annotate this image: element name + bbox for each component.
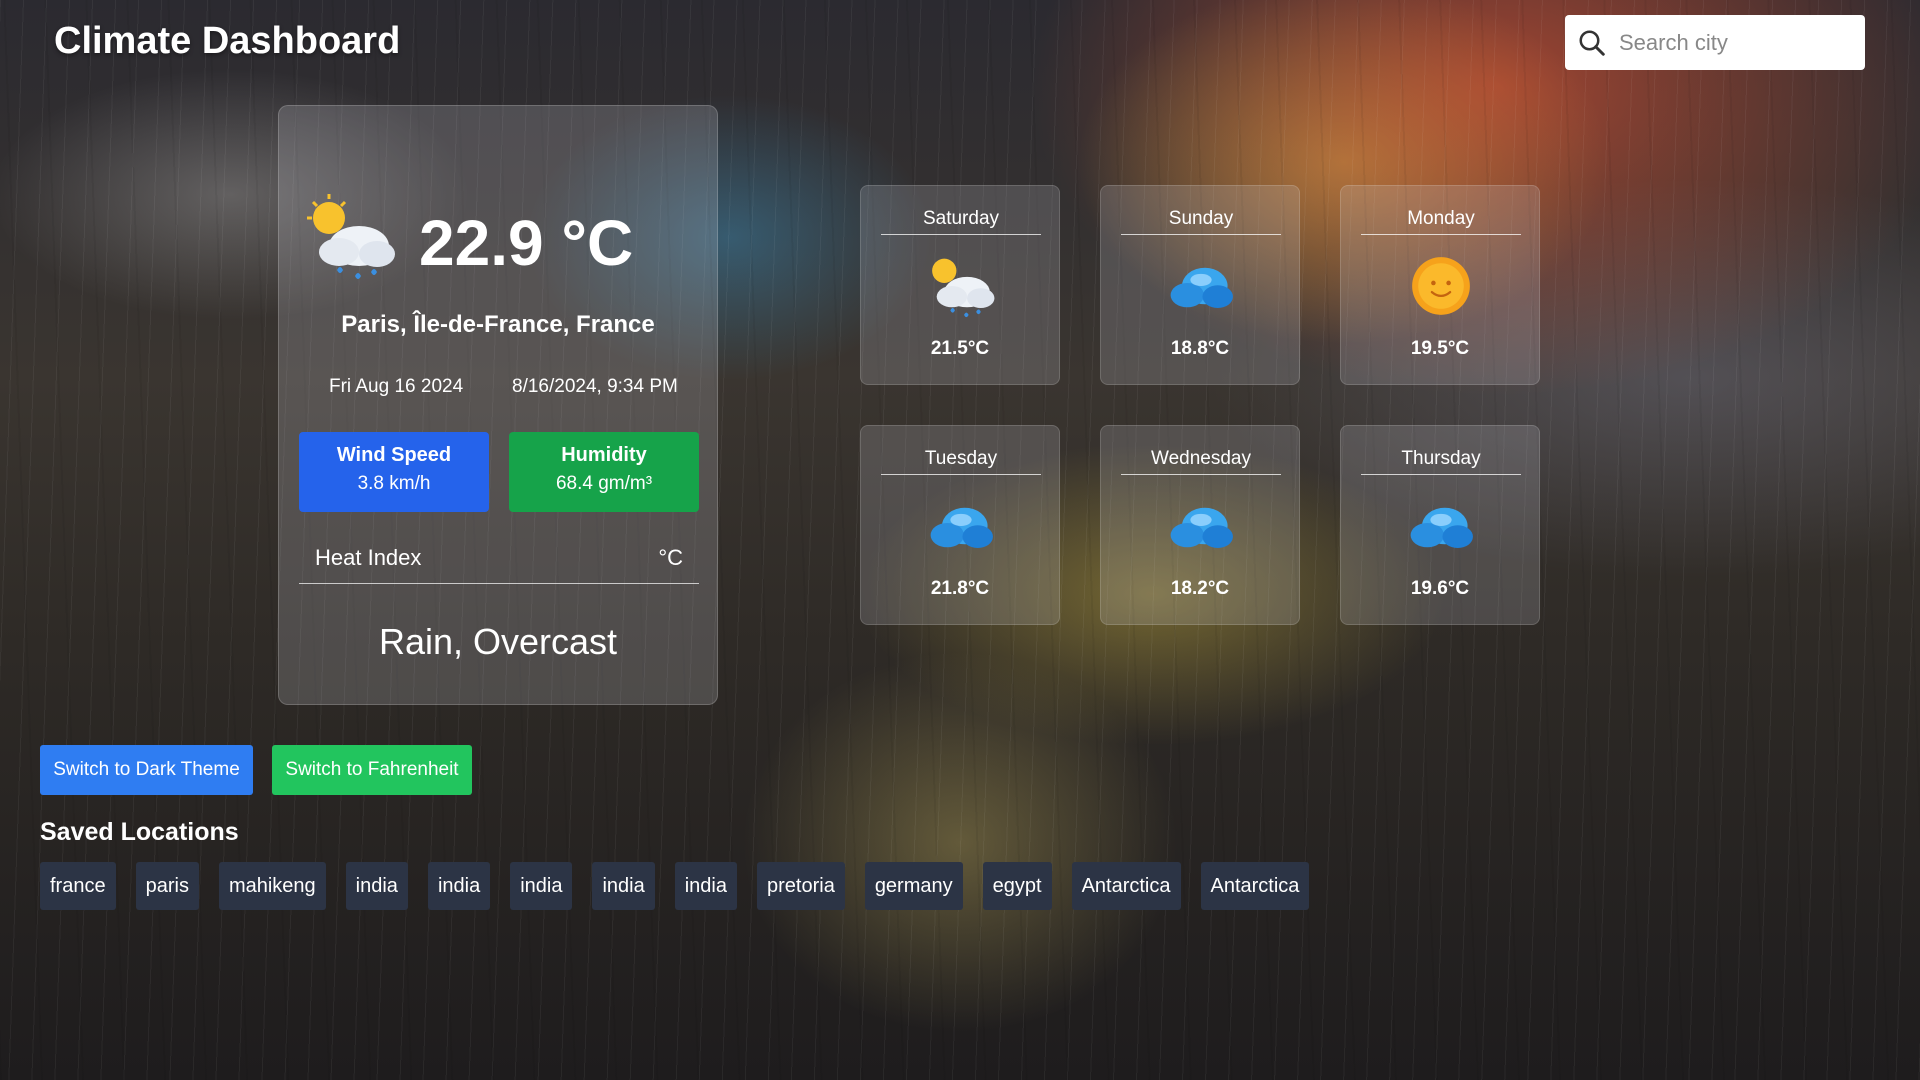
humidity-label: Humidity	[561, 444, 647, 466]
forecast-card: Tuesday 21.8°C	[860, 425, 1060, 625]
sun-rain-cloud-icon	[307, 194, 395, 279]
heat-index-row: Heat Index °C	[299, 531, 699, 584]
heat-index-unit: °C	[658, 545, 683, 570]
sun-rain-cloud-icon	[932, 258, 995, 318]
forecast-temp: 21.8°C	[930, 578, 990, 599]
forecast-temp: 19.6°C	[1410, 578, 1470, 599]
current-datetime: 8/16/2024, 9:34 PM	[512, 376, 678, 397]
cloud-icon	[1170, 267, 1233, 309]
forecast-day: Saturday	[881, 208, 1041, 235]
saved-location-chip[interactable]: india	[427, 862, 491, 910]
weather-condition: Rain, Overcast	[378, 621, 618, 662]
saved-location-chip[interactable]: india	[510, 862, 573, 910]
current-weather-card: 22.9 °C Paris, Île-de-France, France Fri…	[278, 105, 718, 705]
forecast-day: Tuesday	[881, 448, 1041, 475]
page-title: Climate Dashboard	[54, 20, 401, 62]
sun-icon	[1412, 257, 1470, 315]
saved-location-chip[interactable]: paris	[135, 862, 199, 910]
forecast-day: Thursday	[1361, 448, 1521, 475]
saved-location-chip[interactable]: egypt	[982, 862, 1052, 910]
forecast-card: Saturday 21.5°C	[860, 185, 1060, 385]
wind-speed-box: Wind Speed 3.8 km/h	[299, 432, 489, 512]
cloud-icon	[930, 507, 993, 549]
humidity-box: Humidity 68.4 gm/m³	[509, 432, 699, 512]
forecast-day: Sunday	[1121, 208, 1281, 235]
saved-locations-list: france paris mahikeng india india india …	[40, 862, 1310, 910]
switch-theme-button[interactable]: Switch to Dark Theme	[40, 745, 253, 795]
forecast-card: Monday 19.5°C	[1340, 185, 1540, 385]
forecast-day: Wednesday	[1121, 448, 1281, 475]
search-icon	[1579, 30, 1605, 56]
saved-location-chip[interactable]: germany	[864, 862, 963, 910]
saved-location-chip[interactable]: mahikeng	[218, 862, 326, 910]
forecast-temp: 18.8°C	[1170, 338, 1230, 359]
saved-location-chip[interactable]: india	[592, 862, 655, 910]
saved-location-chip[interactable]: Antarctica	[1071, 862, 1181, 910]
forecast-card: Wednesday 18.2°C	[1100, 425, 1300, 625]
search-box[interactable]	[1565, 15, 1865, 70]
switch-unit-button[interactable]: Switch to Fahrenheit	[272, 745, 472, 795]
current-date: Fri Aug 16 2024	[329, 376, 464, 397]
saved-location-chip[interactable]: pretoria	[757, 862, 845, 910]
forecast-temp: 18.2°C	[1170, 578, 1230, 599]
forecast-card: Thursday 19.6°C	[1340, 425, 1540, 625]
current-location: Paris, Île-de-France, France	[341, 311, 655, 338]
cloud-icon	[1170, 507, 1233, 549]
wind-speed-value: 3.8 km/h	[357, 473, 431, 494]
saved-location-chip[interactable]: france	[40, 862, 116, 910]
cloud-icon	[1410, 507, 1473, 549]
saved-location-chip[interactable]: Antarctica	[1200, 862, 1310, 910]
current-temperature: 22.9 °C	[419, 207, 634, 279]
forecast-temp: 19.5°C	[1410, 338, 1470, 359]
saved-location-chip[interactable]: india	[674, 862, 737, 910]
search-input[interactable]	[1617, 28, 1851, 57]
saved-location-chip[interactable]: india	[345, 862, 408, 910]
forecast-day: Monday	[1361, 208, 1521, 235]
saved-locations-title: Saved Locations	[40, 818, 239, 846]
wind-speed-label: Wind Speed	[336, 444, 452, 466]
humidity-value: 68.4 gm/m³	[555, 473, 653, 494]
forecast-temp: 21.5°C	[930, 338, 990, 359]
forecast-card: Sunday 18.8°C	[1100, 185, 1300, 385]
heat-index-label: Heat Index	[315, 545, 422, 570]
